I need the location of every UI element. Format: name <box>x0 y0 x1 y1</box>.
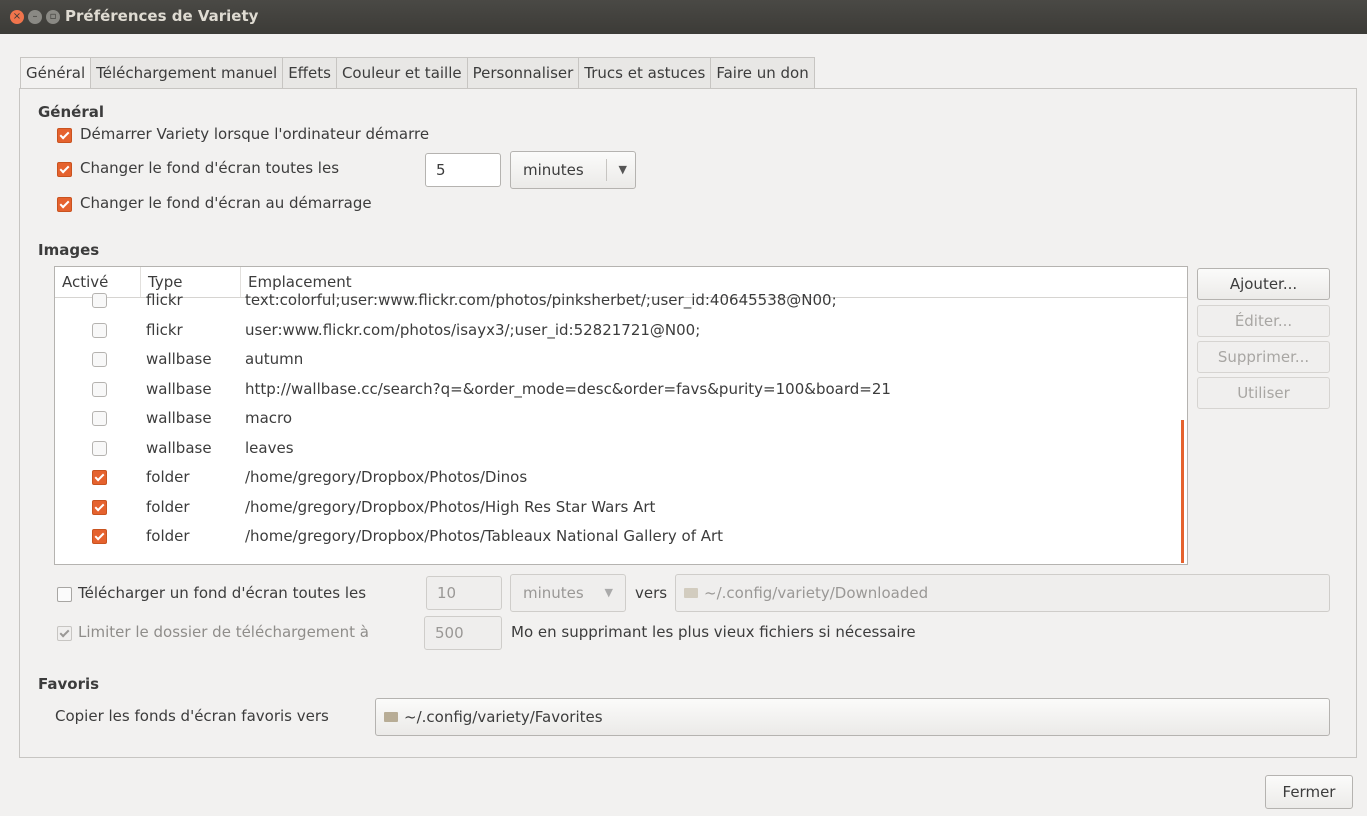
chevron-down-icon: ▼ <box>618 163 627 176</box>
source-enabled-checkbox[interactable] <box>92 411 107 426</box>
favorites-folder-path: ~/.config/variety/Favorites <box>404 708 603 726</box>
tab-customize[interactable]: Personnaliser <box>467 57 580 89</box>
source-type: wallbase <box>146 438 212 457</box>
source-type: folder <box>146 527 190 545</box>
favorites-copy-label: Copier les fonds d'écran favoris vers <box>55 707 329 725</box>
source-enabled-checkbox[interactable] <box>92 470 107 485</box>
source-location: /home/gregory/Dropbox/Photos/High Res St… <box>245 497 656 516</box>
download-interval-input[interactable]: 10 <box>426 576 502 610</box>
change-on-start-label: Changer le fond d'écran au démarrage <box>80 194 372 212</box>
general-heading: Général <box>38 103 104 121</box>
change-interval-input[interactable]: 5 <box>425 153 501 187</box>
table-row[interactable]: folder/home/gregory/Dropbox/Photos/Dinos <box>55 462 1187 492</box>
source-type: flickr <box>146 291 183 309</box>
download-unit-select[interactable]: minutes ▼ <box>510 574 626 612</box>
remove-source-button[interactable]: Supprimer... <box>1197 341 1330 373</box>
favorites-heading: Favoris <box>38 675 100 693</box>
chevron-down-icon: ▼ <box>604 586 613 599</box>
tab-donate[interactable]: Faire un don <box>711 57 815 89</box>
table-row[interactable]: folder/home/gregory/Dropbox/Photos/High … <box>55 492 1187 522</box>
change-unit-value: minutes <box>523 161 584 179</box>
source-enabled-checkbox[interactable] <box>92 352 107 367</box>
source-location: user:www.flickr.com/photos/isayx3/;user_… <box>245 320 701 339</box>
download-folder-chooser[interactable]: ~/.config/variety/Downloaded <box>675 574 1330 612</box>
download-every-label: Télécharger un fond d'écran toutes les <box>78 584 367 602</box>
source-enabled-checkbox[interactable] <box>92 322 107 338</box>
source-enabled-checkbox[interactable] <box>92 440 107 456</box>
source-enabled-checkbox[interactable] <box>92 529 107 544</box>
favorites-folder-chooser[interactable]: ~/.config/variety/Favorites <box>375 698 1330 736</box>
source-location: macro <box>245 409 293 427</box>
edit-source-button[interactable]: Éditer... <box>1197 305 1330 337</box>
change-every-checkbox[interactable] <box>57 162 72 177</box>
source-location: leaves <box>245 438 294 457</box>
source-type: wallbase <box>146 350 212 368</box>
table-row[interactable]: flickr user:www.flickr.com/photos/isayx3/… <box>55 315 1187 345</box>
tab-tips[interactable]: Trucs et astuces <box>579 57 712 89</box>
tab-effects[interactable]: Effets <box>283 57 337 89</box>
source-location: autumn <box>245 350 304 368</box>
add-source-button[interactable]: Ajouter... <box>1197 268 1330 300</box>
images-heading: Images <box>38 241 100 259</box>
table-scrollbar[interactable] <box>1181 420 1184 563</box>
window-title: Préférences de Variety <box>65 7 259 25</box>
tab-bar: Général Téléchargement manuel Effets Cou… <box>20 57 815 89</box>
tab-color-size[interactable]: Couleur et taille <box>336 57 468 89</box>
limit-size-input[interactable]: 500 <box>424 616 502 650</box>
title-bar: × – ▫ Préférences de Variety <box>0 0 1367 34</box>
change-every-label: Changer le fond d'écran toutes les <box>80 159 340 177</box>
change-on-start-checkbox[interactable] <box>57 197 72 212</box>
start-on-boot-label: Démarrer Variety lorsque l'ordinateur dé… <box>80 125 430 143</box>
download-every-checkbox[interactable] <box>57 587 72 602</box>
table-row[interactable]: wallbase autumn <box>55 344 1187 374</box>
maximize-icon: ▫ <box>49 11 57 22</box>
limit-folder-checkbox[interactable] <box>57 626 72 641</box>
minimize-icon: – <box>32 11 38 22</box>
download-folder-path: ~/.config/variety/Downloaded <box>704 584 929 602</box>
table-row[interactable]: wallbase leaves <box>55 433 1187 463</box>
download-unit-value: minutes <box>523 584 584 602</box>
change-unit-select[interactable]: minutes ▼ <box>510 151 636 189</box>
use-source-button[interactable]: Utiliser <box>1197 377 1330 409</box>
close-window-button[interactable]: × <box>10 10 24 24</box>
source-type: flickr <box>146 320 183 339</box>
source-type: folder <box>146 497 190 516</box>
source-type: wallbase <box>146 379 212 398</box>
source-type: wallbase <box>146 409 212 427</box>
source-enabled-checkbox[interactable] <box>92 499 107 515</box>
limit-suffix-label: Mo en supprimant les plus vieux fichiers… <box>511 623 916 641</box>
table-row[interactable]: flickr text:colorful;user:www.flickr.com/… <box>55 285 1187 315</box>
source-enabled-checkbox[interactable] <box>92 381 107 397</box>
close-button[interactable]: Fermer <box>1265 775 1353 809</box>
folder-icon <box>384 711 398 722</box>
source-type: folder <box>146 468 190 486</box>
source-location: text:colorful;user:www.flickr.com/photos… <box>245 291 837 309</box>
source-location: http://wallbase.cc/search?q=&order_mode=… <box>245 379 891 398</box>
minimize-window-button[interactable]: – <box>28 10 42 24</box>
source-location: /home/gregory/Dropbox/Photos/Tableaux Na… <box>245 527 724 545</box>
combo-separator <box>606 159 607 181</box>
sources-table: Activé Type Emplacement flickr text:color… <box>54 266 1188 565</box>
table-row[interactable]: folder/home/gregory/Dropbox/Photos/Table… <box>55 521 1187 551</box>
source-enabled-checkbox[interactable] <box>92 293 107 308</box>
maximize-window-button[interactable]: ▫ <box>46 10 60 24</box>
tab-manual-download[interactable]: Téléchargement manuel <box>91 57 284 89</box>
limit-folder-label: Limiter le dossier de téléchargement à <box>78 623 369 641</box>
table-row[interactable]: wallbase http://wallbase.cc/search?q=&ord… <box>55 374 1187 404</box>
close-icon: × <box>12 11 22 22</box>
tab-general[interactable]: Général <box>20 57 92 89</box>
download-to-label: vers <box>635 584 668 602</box>
folder-icon <box>684 587 698 598</box>
source-location: /home/gregory/Dropbox/Photos/Dinos <box>245 468 528 486</box>
table-row[interactable]: wallbase macro <box>55 403 1187 433</box>
start-on-boot-checkbox[interactable] <box>57 128 72 143</box>
